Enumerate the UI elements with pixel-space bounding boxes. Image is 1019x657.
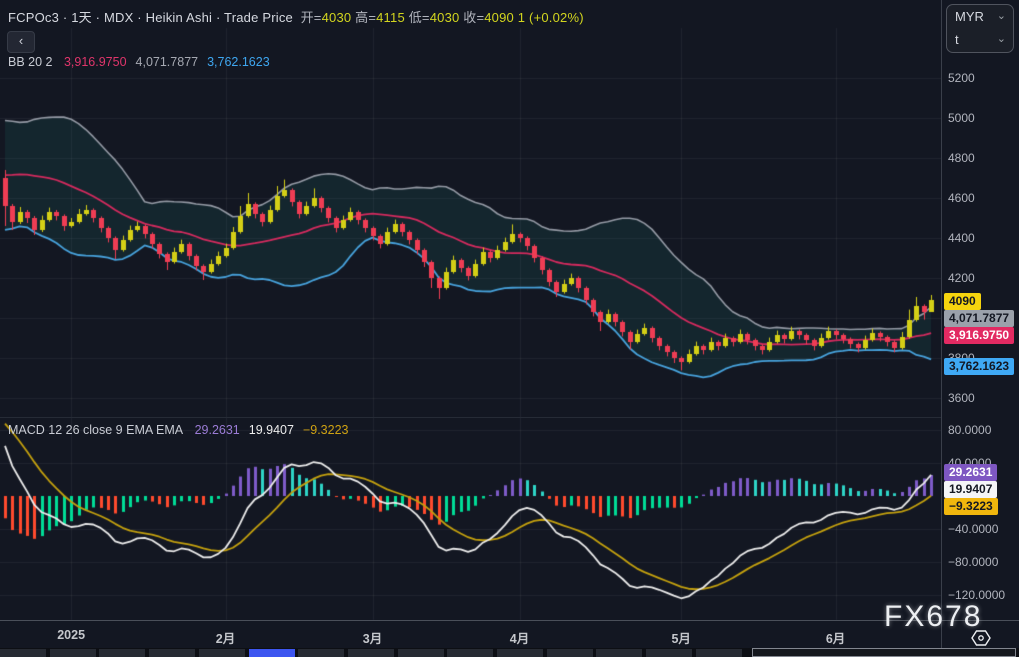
unit-select-label: t	[955, 32, 959, 47]
fx678-logo-icon	[971, 629, 991, 647]
open-label: 开=	[293, 10, 322, 25]
macd-indicator-legend[interactable]: MACD 12 26 close 9 EMA EMA 29.2631 19.940…	[8, 423, 357, 437]
bb-legend-title: BB 20 2	[8, 55, 52, 69]
chevron-down-icon: ⌄	[997, 28, 1006, 51]
close-label: 收=	[459, 10, 484, 25]
bb-upper-badge: 4,071.7877	[944, 310, 1014, 327]
strip-segment-active[interactable]	[249, 649, 295, 657]
fx678-watermark: FX678	[884, 600, 982, 634]
time-label-6月[interactable]: 6月	[826, 628, 845, 647]
time-label-2025[interactable]: 2025	[57, 628, 85, 642]
strip-segment[interactable]	[447, 649, 493, 657]
bb-upper-value: 4,071.7877	[136, 55, 199, 69]
strip-segment[interactable]	[50, 649, 96, 657]
bb-lower-badge: 3,762.1623	[944, 358, 1014, 375]
strip-outline-box[interactable]	[752, 648, 1016, 657]
price-tick-3600: 3600	[948, 391, 975, 405]
macd-line-badge: 19.9407	[944, 481, 997, 498]
trading-chart-window: { "header": { "segments": [ {"name":"sym…	[0, 0, 1019, 657]
macd-hist-badge: 29.2631	[944, 464, 997, 481]
strip-segment[interactable]	[298, 649, 344, 657]
time-scale[interactable]: 2025 2月 3月 4月 5月 6月	[0, 620, 1019, 649]
high-value: 4115	[376, 10, 405, 25]
low-value: 4030	[430, 10, 460, 25]
macd-tick--80: −80.0000	[948, 555, 998, 569]
pane-separator[interactable]	[0, 417, 941, 418]
symbol-info-bar: FCPOc3 · 1天 · MDX · Heikin Ashi · Trade …	[8, 7, 584, 26]
strip-segment[interactable]	[497, 649, 543, 657]
open-value: 4030	[322, 10, 352, 25]
strip-segment[interactable]	[596, 649, 642, 657]
change-value: 1 (+0.02%)	[514, 10, 584, 25]
bottom-tab-strip[interactable]	[0, 648, 1019, 657]
currency-select-label: MYR	[955, 9, 984, 24]
price-tick-5200: 5200	[948, 71, 975, 85]
time-label-4月[interactable]: 4月	[510, 628, 529, 647]
time-label-3月[interactable]: 3月	[363, 628, 382, 647]
macd-signal-badge: −9.3223	[944, 498, 998, 515]
price-tick-4400: 4400	[948, 231, 975, 245]
currency-select[interactable]: MYR ⌄	[947, 5, 1013, 28]
strip-segment[interactable]	[646, 649, 692, 657]
last-price-badge: 4090	[944, 293, 981, 310]
strip-segment[interactable]	[398, 649, 444, 657]
price-tick-4200: 4200	[948, 271, 975, 285]
price-tick-4800: 4800	[948, 151, 975, 165]
bb-basis-badge: 3,916.9750	[944, 327, 1014, 344]
time-label-5月[interactable]: 5月	[671, 628, 690, 647]
strip-segment[interactable]	[149, 649, 195, 657]
back-button[interactable]: ‹	[7, 31, 35, 53]
strip-segment[interactable]	[348, 649, 394, 657]
bb-indicator-legend[interactable]: BB 20 2 3,916.9750 4,071.7877 3,762.1623	[8, 55, 279, 69]
chevron-down-icon: ⌄	[997, 5, 1006, 28]
bb-lower-value: 3,762.1623	[207, 55, 270, 69]
macd-line-value: 19.9407	[249, 423, 294, 437]
time-label-2月[interactable]: 2月	[216, 628, 235, 647]
strip-segment[interactable]	[696, 649, 742, 657]
strip-segment[interactable]	[547, 649, 593, 657]
strip-segment[interactable]	[199, 649, 245, 657]
low-label: 低=	[405, 10, 430, 25]
high-label: 高=	[351, 10, 376, 25]
price-tick-4600: 4600	[948, 191, 975, 205]
currency-unit-panel: MYR⌄t⌄	[946, 4, 1014, 53]
price-macd-chart[interactable]	[0, 0, 941, 648]
price-tick-5000: 5000	[948, 111, 975, 125]
strip-segment[interactable]	[99, 649, 145, 657]
unit-select[interactable]: t⌄	[947, 28, 1013, 51]
macd-tick-80: 80.0000	[948, 423, 991, 437]
macd-legend-title: MACD 12 26 close 9 EMA EMA	[8, 423, 183, 437]
strip-segment[interactable]	[0, 649, 46, 657]
macd-tick--40: −40.0000	[948, 522, 998, 536]
close-value: 4090	[484, 10, 514, 25]
bb-basis-value: 3,916.9750	[64, 55, 127, 69]
symbol-title: FCPOc3 · 1天 · MDX · Heikin Ashi · Trade …	[8, 10, 293, 25]
macd-signal-value: −9.3223	[303, 423, 349, 437]
macd-hist-value: 29.2631	[195, 423, 240, 437]
price-scale[interactable]: 5200500048004600440042003800360080.00004…	[941, 0, 1019, 648]
